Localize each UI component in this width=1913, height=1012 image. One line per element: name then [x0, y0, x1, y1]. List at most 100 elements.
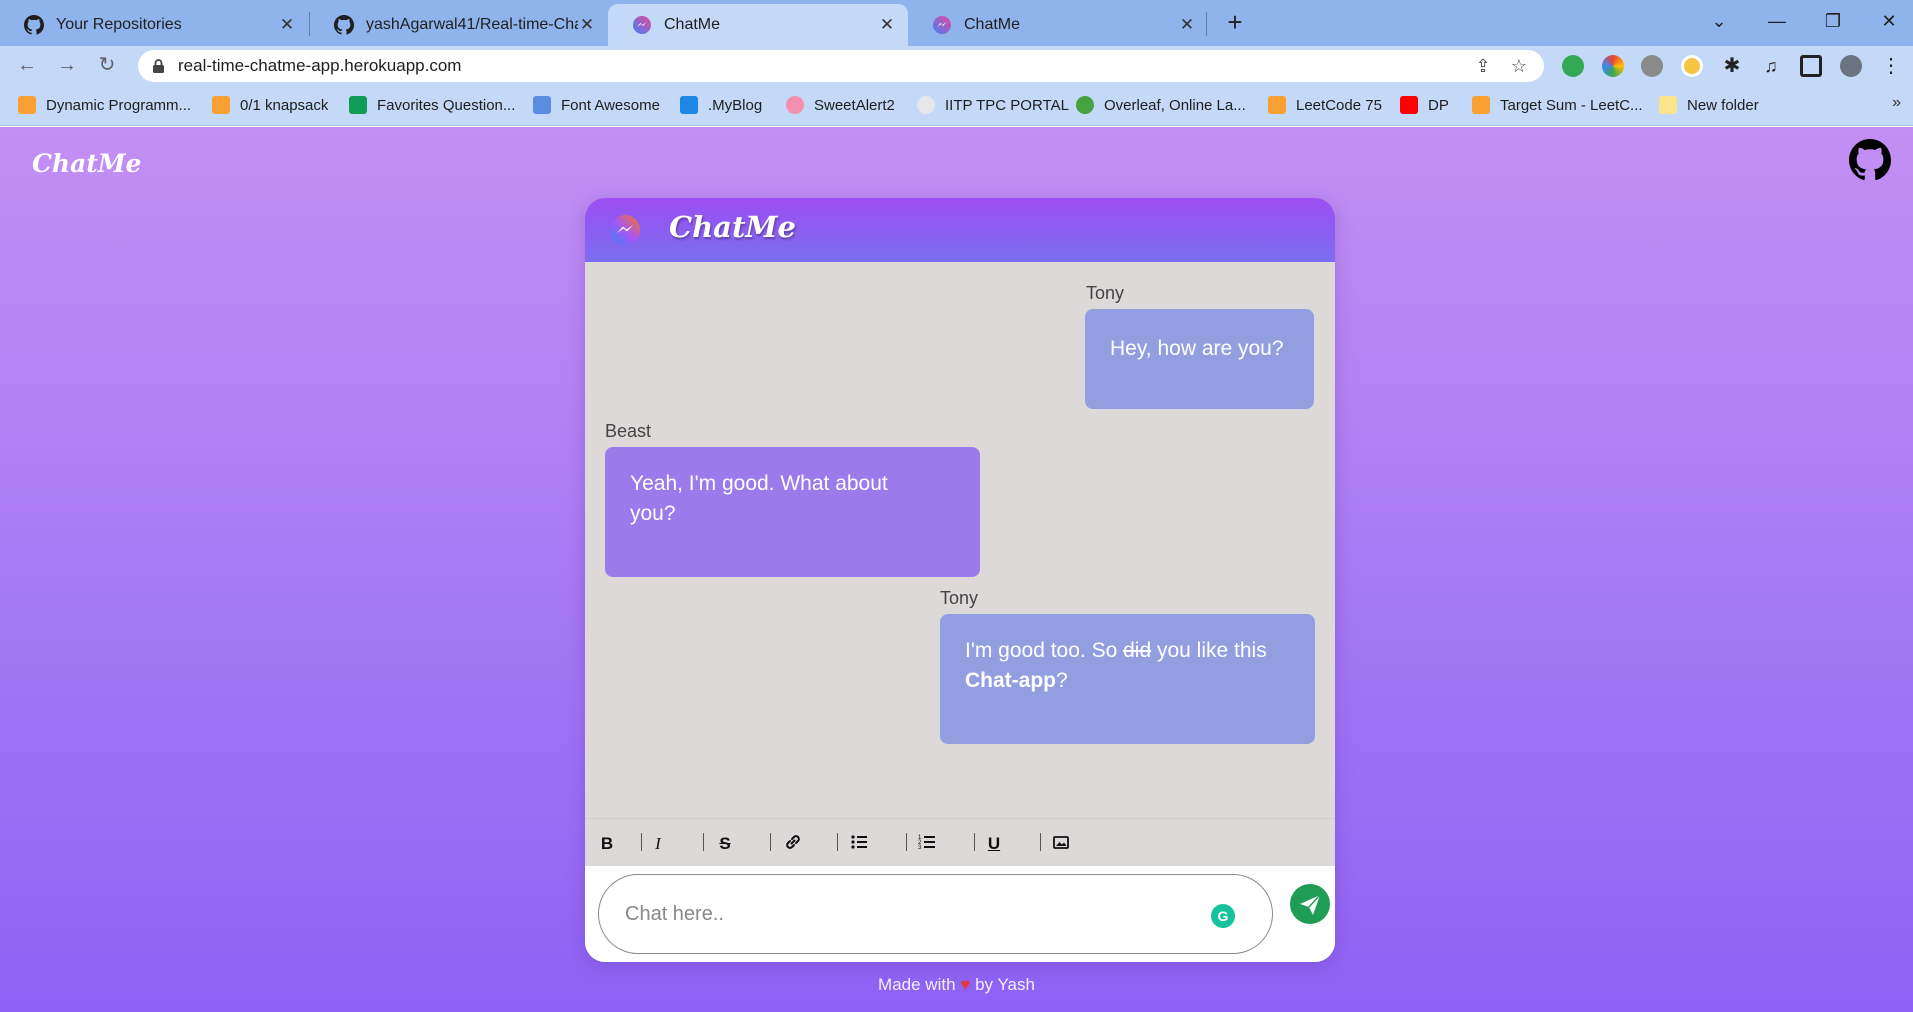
- bookmark-label: Overleaf, Online La...: [1104, 96, 1246, 114]
- message-sender: Tony: [1086, 283, 1125, 303]
- numbered-list-icon[interactable]: 123: [916, 833, 938, 855]
- sheets-icon: [349, 96, 367, 114]
- side-panel-icon[interactable]: [1800, 55, 1822, 77]
- bookmark-item[interactable]: Dynamic Programm...: [18, 94, 191, 116]
- tab-github-repo[interactable]: yashAgarwal41/Real-time-Chat-a ✕: [310, 4, 608, 46]
- strikethrough-icon[interactable]: S: [714, 833, 736, 855]
- link-icon[interactable]: [782, 833, 804, 855]
- new-tab-button[interactable]: +: [1220, 8, 1250, 38]
- bookmark-label: DP: [1428, 96, 1449, 114]
- minimize-icon[interactable]: —: [1760, 6, 1794, 36]
- bookmark-item[interactable]: Overleaf, Online La...: [1076, 94, 1246, 116]
- close-icon[interactable]: ✕: [278, 15, 296, 35]
- bookmark-item[interactable]: New folder: [1659, 94, 1759, 116]
- leetcode-icon: [212, 96, 230, 114]
- share-icon[interactable]: ⇪: [1472, 55, 1494, 77]
- message-bubble-outgoing: I'm good too. So did you like this Chat-…: [940, 614, 1315, 744]
- tab-your-repositories[interactable]: Your Repositories ✕: [0, 4, 308, 46]
- bookmark-item[interactable]: SweetAlert2: [786, 94, 895, 116]
- media-queue-icon[interactable]: ♫: [1760, 55, 1782, 77]
- message-text: Hey, how are you?: [1110, 337, 1284, 360]
- strikethrough-text: did: [1123, 639, 1152, 662]
- sweetalert-icon: [786, 96, 804, 114]
- site-brand[interactable]: ChatMe: [32, 149, 141, 178]
- bookmark-item[interactable]: 0/1 knapsack: [212, 94, 328, 116]
- bookmark-label: New folder: [1687, 96, 1759, 114]
- bookmark-item[interactable]: DP: [1400, 94, 1449, 116]
- bookmark-label: IITP TPC PORTAL: [945, 96, 1069, 114]
- bookmarks-bar: Dynamic Programm... 0/1 knapsack Favorit…: [0, 84, 1913, 126]
- bookmark-label: SweetAlert2: [814, 96, 895, 114]
- extension-bug-icon[interactable]: [1641, 55, 1663, 77]
- bookmark-item[interactable]: .MyBlog: [680, 94, 762, 116]
- leetcode-icon: [18, 96, 36, 114]
- toolbar-divider: [837, 833, 838, 851]
- bookmark-star-icon[interactable]: ☆: [1508, 55, 1530, 77]
- bookmark-item[interactable]: Font Awesome: [533, 94, 660, 116]
- flag-icon: [533, 96, 551, 114]
- folder-icon: [1659, 96, 1677, 114]
- message-composer: G: [585, 866, 1335, 962]
- italic-icon[interactable]: I: [647, 833, 669, 855]
- tab-divider: [1206, 12, 1207, 36]
- chat-input[interactable]: [598, 874, 1273, 954]
- tab-chatme-active[interactable]: ChatMe ✕: [608, 4, 908, 46]
- chat-window: ChatMe Tony Hey, how are you? Beast Yeah…: [585, 198, 1335, 962]
- bookmark-label: Dynamic Programm...: [46, 96, 192, 114]
- bookmark-label: Favorites Question...: [377, 96, 516, 114]
- menu-kebab-icon[interactable]: ⋮: [1880, 55, 1902, 77]
- close-icon[interactable]: ✕: [878, 15, 896, 35]
- paper-plane-icon: [1300, 894, 1321, 915]
- grammarly-icon[interactable]: G: [1211, 904, 1235, 928]
- leetcode-icon: [1472, 96, 1490, 114]
- messenger-icon: [633, 16, 651, 34]
- restore-icon[interactable]: ❐: [1816, 6, 1850, 36]
- browser-tab-bar: Your Repositories ✕ yashAgarwal41/Real-t…: [0, 0, 1913, 46]
- bookmark-item[interactable]: IITP TPC PORTAL: [917, 94, 1069, 116]
- toolbar-divider: [703, 833, 704, 851]
- bookmark-label: .MyBlog: [708, 96, 763, 114]
- underline-icon[interactable]: U: [983, 833, 1005, 855]
- bookmarks-overflow-button[interactable]: »: [1892, 94, 1901, 112]
- close-icon[interactable]: ✕: [578, 15, 596, 35]
- github-icon[interactable]: [1849, 139, 1891, 181]
- address-bar[interactable]: real-time-chatme-app.herokuapp.com ⇪ ☆: [138, 50, 1544, 82]
- reload-icon[interactable]: ↻: [94, 52, 120, 78]
- image-icon[interactable]: [1050, 833, 1072, 855]
- bookmark-item[interactable]: LeetCode 75: [1268, 94, 1382, 116]
- extension-clock-icon[interactable]: [1681, 55, 1703, 77]
- lock-icon: [153, 59, 164, 73]
- extension-colorpicker-icon[interactable]: [1602, 55, 1624, 77]
- tab-title: ChatMe: [964, 16, 1021, 33]
- tab-search-icon[interactable]: ⌄: [1702, 6, 1736, 36]
- blogger-icon: [680, 96, 698, 114]
- extension-add-icon[interactable]: [1562, 55, 1584, 77]
- bookmark-item[interactable]: Target Sum - LeetC...: [1472, 94, 1643, 116]
- bulleted-list-icon[interactable]: [848, 833, 870, 855]
- message-text: you like this: [1151, 639, 1267, 662]
- message-text: ?: [1056, 669, 1068, 692]
- profile-avatar[interactable]: [1840, 55, 1862, 77]
- bookmark-label: 0/1 knapsack: [240, 96, 329, 114]
- toolbar-divider: [974, 833, 975, 851]
- page-footer: Made with ♥ by Yash: [0, 975, 1913, 995]
- tab-title: yashAgarwal41/Real-time-Chat-a: [366, 16, 578, 33]
- message-bubble-incoming: Yeah, I'm good. What about you?: [605, 447, 980, 577]
- bold-text: Chat-app: [965, 669, 1056, 692]
- message-sender: Beast: [605, 421, 652, 441]
- close-icon[interactable]: ✕: [1178, 15, 1196, 35]
- chat-app-page: ChatMe ChatMe Tony Hey, how are you? Bea…: [0, 127, 1913, 1012]
- window-close-icon[interactable]: ✕: [1872, 6, 1906, 36]
- extensions-puzzle-icon[interactable]: ✱: [1721, 55, 1743, 77]
- send-button[interactable]: [1290, 884, 1330, 924]
- bookmark-item[interactable]: Favorites Question...: [349, 94, 515, 116]
- heart-icon: ♥: [960, 975, 971, 994]
- github-icon: [24, 15, 44, 35]
- footer-text: by Yash: [970, 975, 1035, 994]
- tab-chatme[interactable]: ChatMe ✕: [908, 4, 1208, 46]
- bold-icon[interactable]: B: [596, 833, 618, 855]
- forward-arrow-icon[interactable]: →: [54, 52, 80, 78]
- back-arrow-icon[interactable]: ←: [14, 52, 40, 78]
- tab-title: ChatMe: [664, 16, 721, 33]
- messenger-logo-icon: [610, 215, 640, 245]
